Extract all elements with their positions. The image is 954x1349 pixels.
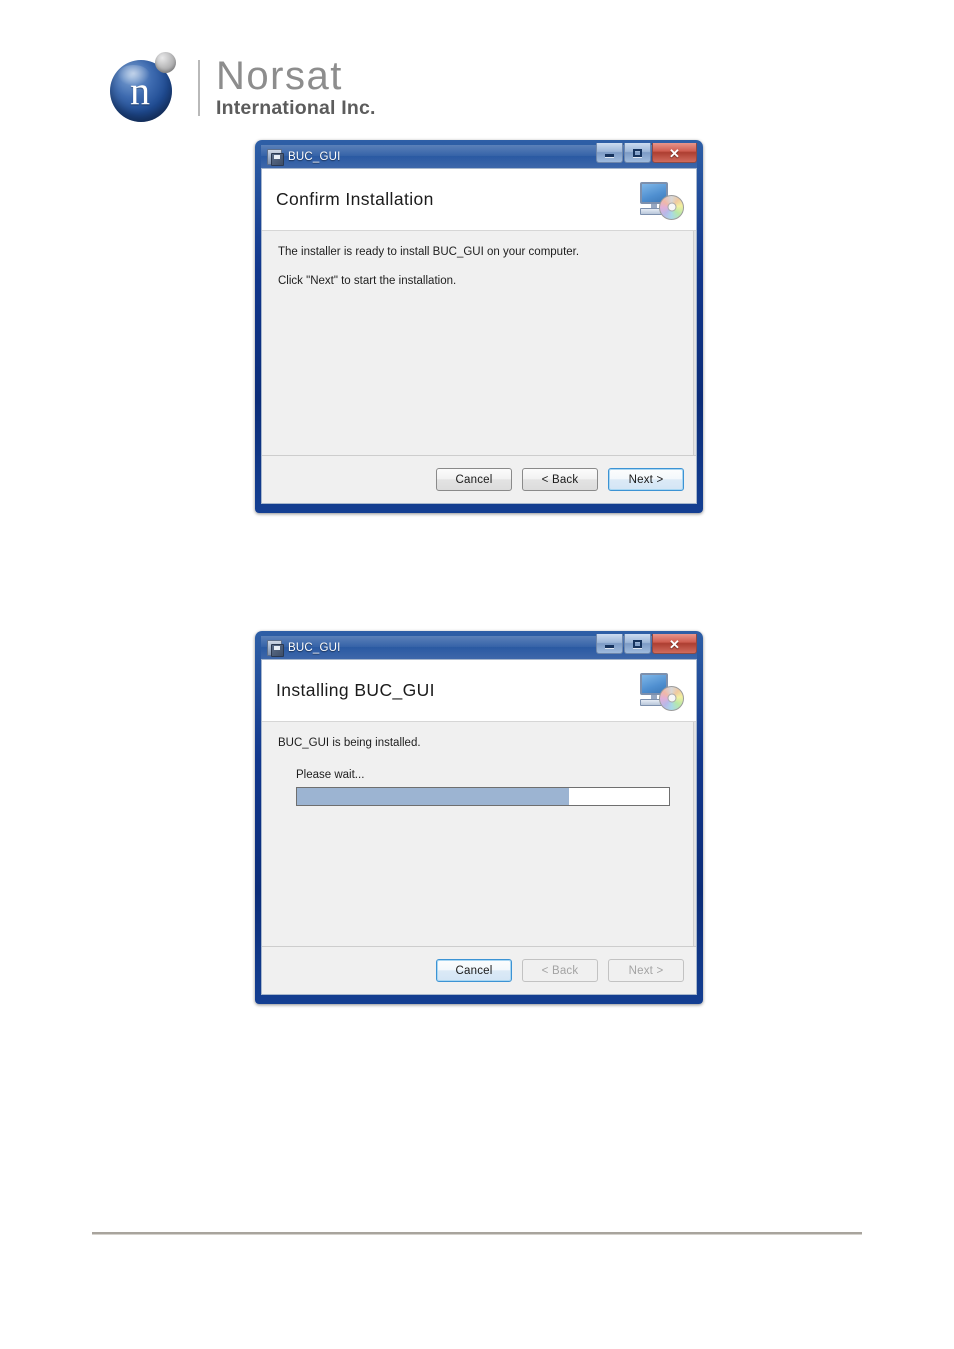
maximize-icon xyxy=(633,639,642,648)
page-title: Confirm Installation xyxy=(276,189,434,209)
scrollbar[interactable] xyxy=(693,231,696,455)
body-text-ready: The installer is ready to install BUC_GU… xyxy=(278,246,580,258)
panel-body: The installer is ready to install BUC_GU… xyxy=(262,231,696,455)
window-title: BUC_GUI xyxy=(288,641,341,654)
next-button[interactable]: Next > xyxy=(608,468,684,491)
window-client-area: Installing BUC_GUI BUC_GUI is being inst… xyxy=(261,659,697,995)
maximize-button[interactable] xyxy=(624,634,651,654)
minimize-icon xyxy=(605,645,614,648)
body-text-installing: BUC_GUI is being installed. xyxy=(278,737,421,749)
title-bar[interactable]: BUC_GUI ✕ xyxy=(261,143,697,168)
panel-body: BUC_GUI is being installed. Please wait.… xyxy=(262,722,696,946)
progress-section: Please wait... xyxy=(278,769,680,806)
back-button: < Back xyxy=(522,959,598,982)
close-button[interactable]: ✕ xyxy=(652,634,697,654)
brand-subtitle: International Inc. xyxy=(216,97,376,120)
progress-label: Please wait... xyxy=(296,768,365,781)
brand-wordmark: Norsat International Inc. xyxy=(216,56,376,119)
installer-icon xyxy=(266,639,284,657)
cancel-button[interactable]: Cancel xyxy=(436,468,512,491)
maximize-button[interactable] xyxy=(624,143,651,163)
panel-footer: Cancel < Back Next > xyxy=(262,946,696,994)
window-title: BUC_GUI xyxy=(288,150,341,163)
window-controls: ✕ xyxy=(595,143,697,163)
page-title: Installing BUC_GUI xyxy=(276,680,435,700)
window-controls: ✕ xyxy=(595,634,697,654)
brand-name: Norsat xyxy=(216,54,343,99)
progress-bar xyxy=(296,786,670,806)
next-button: Next > xyxy=(608,959,684,982)
maximize-icon xyxy=(633,148,642,157)
cancel-button[interactable]: Cancel xyxy=(436,959,512,982)
window-client-area: Confirm Installation The installer is re… xyxy=(261,168,697,504)
panel-header: Confirm Installation xyxy=(262,169,696,231)
computer-cd-icon xyxy=(638,180,684,220)
body-text-instruction: Click "Next" to start the installation. xyxy=(278,274,457,287)
installer-window-installing: BUC_GUI ✕ Installing BUC_GUI BUC_GUI is … xyxy=(255,631,703,1004)
installer-icon xyxy=(266,148,284,166)
footer-divider xyxy=(92,1232,862,1235)
minimize-button[interactable] xyxy=(596,634,623,654)
computer-cd-icon xyxy=(638,671,684,711)
installer-window-confirm: BUC_GUI ✕ Confirm Installation The insta… xyxy=(255,140,703,513)
logo-divider xyxy=(198,60,200,116)
minimize-icon xyxy=(605,154,614,157)
panel-header: Installing BUC_GUI xyxy=(262,660,696,722)
close-button[interactable]: ✕ xyxy=(652,143,697,163)
title-bar[interactable]: BUC_GUI ✕ xyxy=(261,634,697,659)
norsat-logo: n Norsat International Inc. xyxy=(108,52,376,124)
logo-gray-sphere-icon xyxy=(155,52,176,73)
scrollbar[interactable] xyxy=(693,722,696,946)
back-button[interactable]: < Back xyxy=(522,468,598,491)
panel-footer: Cancel < Back Next > xyxy=(262,455,696,503)
norsat-logo-mark: n xyxy=(108,52,180,124)
minimize-button[interactable] xyxy=(596,143,623,163)
progress-bar-fill xyxy=(297,787,569,805)
